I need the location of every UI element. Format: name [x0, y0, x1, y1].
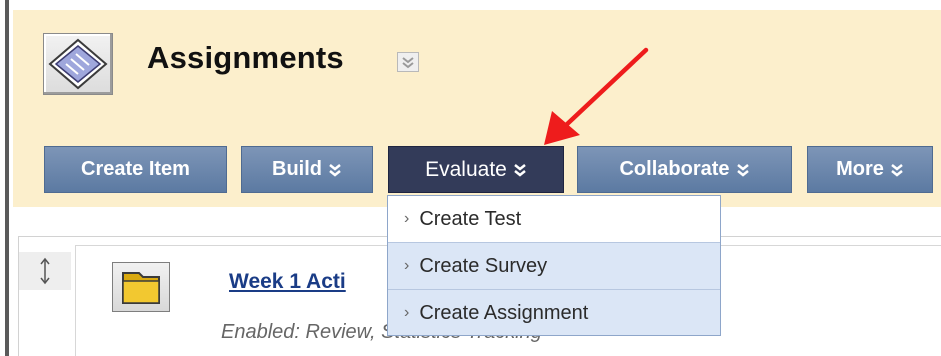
- double-chevron-down-icon: [736, 163, 749, 177]
- menu-item-label: Create Assignment: [419, 301, 589, 324]
- menu-chevron-icon: ›: [404, 257, 410, 274]
- more-button[interactable]: More: [807, 146, 933, 193]
- build-button[interactable]: Build: [241, 146, 373, 193]
- double-chevron-down-icon: [514, 163, 526, 177]
- build-label: Build: [272, 158, 322, 180]
- menu-item-create-survey[interactable]: › Create Survey: [388, 243, 720, 289]
- folder-icon: [112, 262, 170, 312]
- menu-item-create-assignment[interactable]: › Create Assignment: [388, 290, 720, 336]
- collaborate-button[interactable]: Collaborate: [577, 146, 792, 193]
- evaluate-dropdown-menu: › Create Test › Create Survey › Create A…: [387, 195, 721, 336]
- assignments-page-icon: [43, 33, 113, 95]
- page-title: Assignments: [147, 40, 344, 75]
- menu-item-label: Create Survey: [419, 254, 548, 277]
- evaluate-label: Evaluate: [425, 157, 507, 181]
- create-item-button[interactable]: Create Item: [44, 146, 227, 193]
- collaborate-label: Collaborate: [619, 158, 730, 180]
- red-annotation-arrow: [544, 47, 649, 145]
- evaluate-button[interactable]: Evaluate: [388, 146, 564, 193]
- menu-chevron-icon: ›: [404, 304, 410, 321]
- menu-item-label: Create Test: [419, 207, 522, 230]
- title-chevron-icon[interactable]: [397, 52, 419, 72]
- drag-handle-cell[interactable]: [19, 252, 71, 290]
- content-item-title-link[interactable]: Week 1 Acti: [229, 270, 346, 294]
- menu-item-create-test[interactable]: › Create Test: [388, 196, 720, 242]
- double-chevron-down-icon: [329, 163, 341, 177]
- create-item-label: Create Item: [81, 158, 190, 180]
- double-chevron-down-icon: [891, 163, 903, 177]
- more-label: More: [836, 158, 884, 180]
- left-page-rule: [0, 0, 9, 356]
- menu-chevron-icon: ›: [404, 210, 410, 227]
- drag-handle-icon[interactable]: [19, 252, 71, 290]
